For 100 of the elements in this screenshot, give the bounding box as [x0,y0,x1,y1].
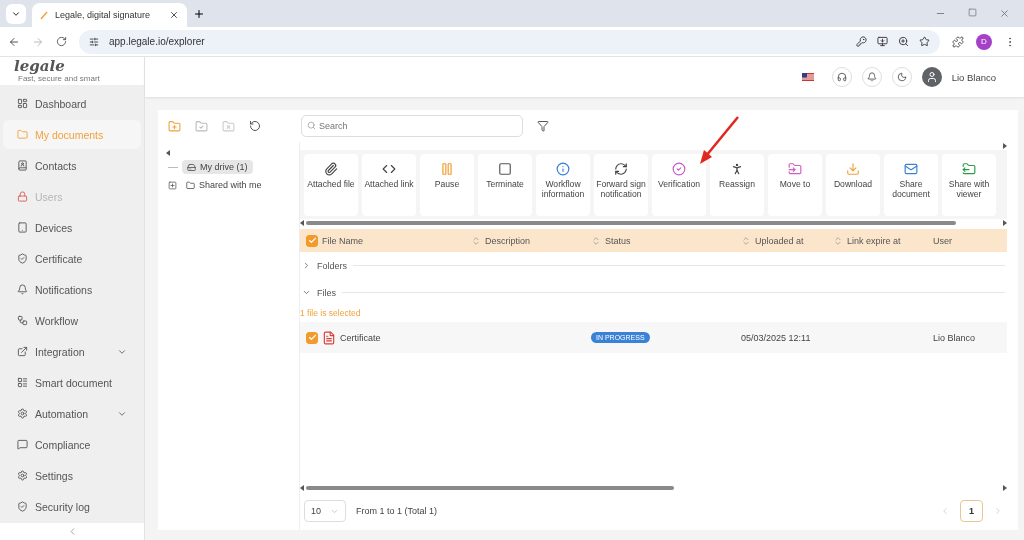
page-size-select[interactable]: 10 [304,500,346,522]
gear-icon [17,408,28,420]
sidebar-item[interactable]: Contacts [3,151,141,181]
select-all-checkbox[interactable] [306,234,318,247]
action-button[interactable]: Move to [768,154,822,216]
message-icon [17,439,28,451]
workflow-icon [17,315,28,327]
external-link-icon [17,346,28,358]
group-label[interactable]: Files [317,287,336,298]
key-icon[interactable] [856,36,867,47]
sidebar-item[interactable]: Compliance [3,430,141,460]
table-cell: Lio Blanco [933,332,976,343]
restore-icon[interactable] [968,8,977,17]
sidebar-item[interactable]: Dashboard [3,89,141,119]
tab-title: Legale, digital signature [55,10,152,20]
info-icon [556,162,570,176]
scroll-left-icon[interactable] [300,485,304,491]
action-button[interactable]: Download [826,154,880,216]
column-header: Link expire at [847,235,901,246]
folder-check-icon[interactable] [195,119,208,133]
extensions-icon[interactable] [952,35,964,48]
move-icon [788,162,802,176]
search-field[interactable]: Search [301,115,523,137]
logo: legale [14,59,66,75]
action-button[interactable]: Attached file [304,154,358,216]
page-summary: From 1 to 1 (Total 1) [356,506,438,516]
scroll-right-icon[interactable] [1003,220,1007,226]
scrollbar-thumb[interactable] [306,486,674,490]
sidebar-item[interactable]: Notifications [3,275,141,305]
column-header: User [933,235,952,246]
download-icon [846,162,860,176]
action-button[interactable]: Forward sign notification [594,154,648,216]
flag-icon[interactable] [801,73,814,81]
share-icon [962,162,976,176]
browser-tab[interactable]: Legale, digital signature [32,3,187,27]
expand-icon[interactable] [168,180,177,190]
scroll-left-icon[interactable] [300,220,304,226]
action-button[interactable]: Terminate [478,154,532,216]
action-button[interactable]: Share with viewer [942,154,996,216]
install-icon[interactable] [877,36,888,47]
sidebar-item[interactable]: Workflow [3,306,141,336]
zoom-icon[interactable] [898,36,909,47]
profile-avatar[interactable]: D [976,33,992,50]
logo-tagline: Fast, secure and smart [17,74,101,84]
sidebar-item[interactable]: Security log [3,492,141,522]
tree-label: Shared with me [199,180,262,190]
moon-icon [896,72,907,82]
filter-icon[interactable] [537,120,549,132]
column-header: Uploaded at [755,235,804,246]
drive-icon [187,162,196,172]
page-button[interactable]: 1 [960,500,983,522]
table-cell: 05/03/2025 12:11 [741,332,811,343]
new-folder-icon[interactable] [168,119,181,133]
close-icon[interactable] [169,10,179,20]
row-checkbox[interactable] [306,331,318,344]
back-icon[interactable] [8,35,20,48]
user-avatar[interactable] [921,67,942,87]
column-header: Description [485,235,531,246]
reload-icon[interactable] [56,36,67,47]
sidebar-item[interactable]: Smart document [3,368,141,398]
tree-item[interactable]: My drive (1) [182,160,253,174]
sidebar-item[interactable]: Devices [3,213,141,243]
sidebar-item[interactable]: Integration [3,337,141,367]
new-tab-icon[interactable] [193,8,205,20]
scroll-right-icon[interactable] [1003,143,1007,149]
pause-icon [440,162,454,176]
mail-icon [904,162,918,176]
lock-icon [17,191,28,203]
scrollbar-thumb[interactable] [306,221,957,225]
action-button[interactable]: Attached link [362,154,416,216]
list-icon [17,377,28,389]
table-cell: Certificate [340,332,381,343]
verify-icon [672,162,686,176]
bookmark-icon[interactable] [919,36,930,47]
action-button[interactable]: Reassign [710,154,764,216]
group-label[interactable]: Folders [317,260,347,271]
refresh-icon[interactable] [249,120,261,132]
column-header: Status [605,235,631,246]
shield-icon [17,501,28,513]
action-button[interactable]: Share document [884,154,938,216]
scroll-right-icon[interactable] [1003,485,1007,491]
action-button[interactable]: Pause [420,154,474,216]
collapse-tree-icon[interactable] [166,150,170,156]
tree-item[interactable]: Shared with me [181,178,267,192]
chevron-icon[interactable] [302,261,311,270]
column-header: File Name [322,235,363,246]
site-settings-icon[interactable] [89,36,99,47]
user-name[interactable]: Lio Blanco [951,71,996,83]
address-bar[interactable]: app.legale.io/explorer [79,29,940,54]
tablet-icon [17,222,28,234]
action-button[interactable]: Workflow information [536,154,590,216]
sidebar-item[interactable]: Automation [3,399,141,429]
chevron-icon [11,9,21,19]
chevron-icon[interactable] [302,288,311,297]
action-button[interactable]: Verification [652,154,706,216]
search-icon [307,121,316,130]
attach-icon [324,162,338,176]
sidebar-item[interactable]: Certificate [3,244,141,274]
sidebar-item[interactable]: Settings [3,461,141,491]
dashboard-icon [17,98,28,110]
